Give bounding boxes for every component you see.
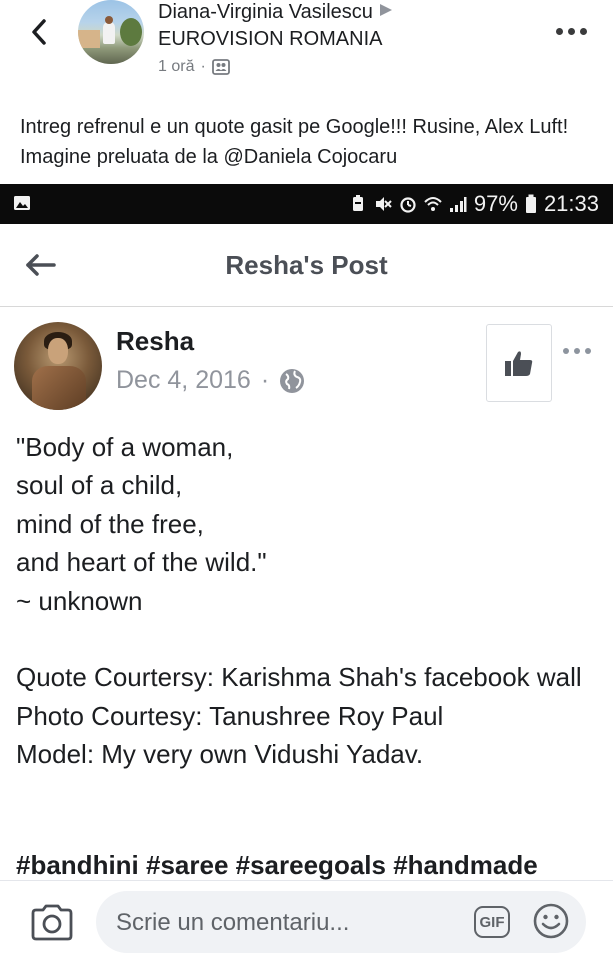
clock: 21:33 [543,191,599,216]
inner-header: Resha's Post [0,224,613,307]
inner-author-name[interactable]: Resha [116,326,194,357]
camera-button[interactable] [30,903,74,943]
gallery-icon [14,196,30,210]
post-time[interactable]: 1 oră [158,58,194,76]
globe-icon [280,368,305,393]
page-title: Resha's Post [225,250,388,280]
gif-button[interactable]: GIF [474,906,510,938]
post-caption: Intreg refrenul e un quote gasit pe Goog… [20,116,569,168]
comment-input[interactable]: Scrie un comentariu... GIF [96,891,586,953]
friends-icon [211,59,230,75]
wifi-icon [424,197,442,211]
avatar[interactable] [78,0,144,64]
inner-post-meta: Dec 4, 2016 · [116,366,305,395]
author-name-text[interactable]: Diana-Virginia Vasilescu [158,1,373,23]
play-arrow-icon [379,0,393,23]
thumbs-up-icon [505,351,533,376]
alarm-icon [400,197,416,213]
more-options-button[interactable] [556,26,590,36]
post-hashtags[interactable]: #bandhini #saree #sareegoals #handmade [16,850,613,881]
author-name[interactable]: Diana-Virginia Vasilescu [158,0,393,24]
smiley-icon[interactable] [532,902,570,940]
inner-avatar[interactable] [14,322,102,410]
battery-saver-icon [352,195,363,211]
comment-placeholder: Scrie un comentariu... [116,909,350,936]
like-button[interactable] [486,324,552,402]
meta-separator: · [200,58,206,75]
inner-post-date[interactable]: Dec 4, 2016 [116,366,251,395]
battery-percent: 97% [473,191,518,216]
back-button[interactable] [24,12,54,52]
chevron-left-icon [32,19,46,45]
mute-icon [375,197,392,211]
inner-more-options-button[interactable] [563,348,597,354]
group-name[interactable]: EUROVISION ROMANIA [158,28,382,51]
status-bar: 97% 21:33 [0,184,613,224]
comment-bar: Scrie un comentariu... GIF [0,880,613,961]
post-body-text: "Body of a woman, soul of a child, mind … [16,432,582,770]
post-meta: 1 oră · [158,58,230,76]
battery-icon [525,194,536,213]
inner-meta-separator: · [260,366,270,394]
post-header: Diana-Virginia Vasilescu EUROVISION ROMA… [0,0,613,100]
camera-icon [31,904,73,941]
signal-icon [449,197,467,212]
